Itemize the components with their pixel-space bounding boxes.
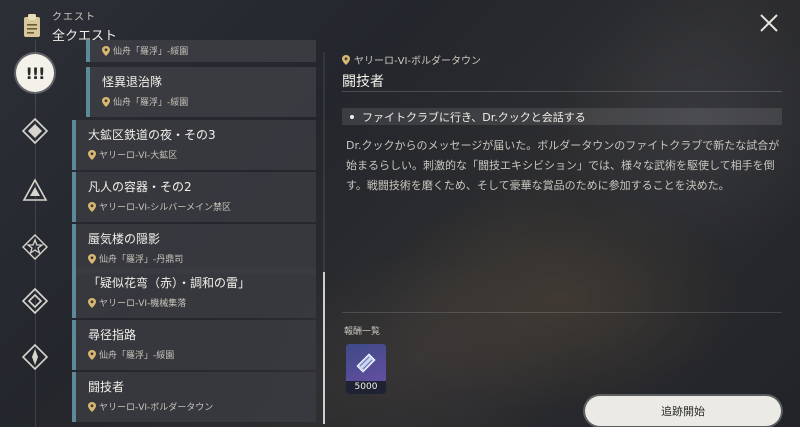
location-pin-icon [88, 253, 96, 264]
quest-title: 凡人の容器・その2 [88, 180, 192, 194]
list-item[interactable]: 大鉱区鉄道の夜・その3 ヤリーロ-VI-大鉱区 [72, 120, 316, 170]
detail-location: ヤリーロ-VI-ボルダータウン [354, 56, 482, 67]
quest-title: 大鉱区鉄道の夜・その3 [88, 128, 216, 142]
location-pin-icon [102, 45, 110, 56]
rewards-label: 報酬一覧 [344, 327, 381, 337]
location-pin-icon [88, 149, 96, 160]
event-icon [22, 344, 48, 370]
list-scrollbar-thumb[interactable] [323, 272, 325, 424]
objective-text: ファイトクラブに行き、Dr.クックと会話する [362, 110, 586, 124]
start-tracking-button[interactable]: 追跡開始 [585, 396, 781, 426]
rail-item-all[interactable]: !!! [16, 54, 54, 92]
location-pin-icon [88, 201, 96, 212]
divider [342, 91, 782, 92]
adventure-icon [22, 178, 48, 201]
header: クエスト 全クエスト [22, 8, 117, 44]
rail-item-event[interactable] [20, 342, 50, 372]
location-pin-icon [88, 349, 96, 360]
list-item[interactable]: 凡人の容器・その2 ヤリーロ-VI-シルバーメイン禁区 [72, 172, 316, 222]
quest-list: 仙舟「羅浮」-綏園 怪異退治隊 仙舟「羅浮」-綏園 大鉱区鉄道の夜・その3 ヤリ… [72, 40, 318, 427]
quest-location: ヤリーロ-VI-ボルダータウン [99, 403, 214, 413]
rail-item-trailblaze[interactable] [20, 116, 50, 146]
quest-location: 仙舟「羅浮」-綏園 [113, 98, 189, 108]
quest-description: Dr.クックからのメッセージが届いた。ボルダータウンのファイトクラブで新たな試合… [346, 139, 780, 192]
location-pin-icon [88, 297, 96, 308]
all-quests-icon: !!! [25, 63, 46, 83]
location-pin-icon [88, 401, 96, 412]
close-icon [760, 14, 778, 32]
daily-icon [22, 288, 48, 314]
quest-detail: ヤリーロ-VI-ボルダータウン 闘技者 [342, 52, 782, 91]
list-item-selected[interactable]: 闘技者 ヤリーロ-VI-ボルダータウン [72, 372, 316, 422]
location-pin-icon [102, 96, 110, 107]
rail-item-companion[interactable] [20, 232, 50, 262]
clipboard-icon [22, 13, 42, 39]
rail-item-daily[interactable] [20, 286, 50, 316]
companion-icon [22, 234, 48, 260]
reward-item[interactable]: 5000 [346, 344, 386, 394]
list-item[interactable]: 怪異退治隊 仙舟「羅浮」-綏園 [86, 67, 316, 117]
quest-location: ヤリーロ-VI-機械集落 [99, 299, 187, 309]
quest-location: 仙舟「羅浮」-綏園 [99, 351, 175, 361]
quest-location: 仙舟「羅浮」-丹鼎司 [99, 255, 184, 265]
close-button[interactable] [758, 12, 780, 34]
quest-title: 尋径指路 [88, 328, 137, 342]
location-pin-icon [342, 54, 350, 65]
credit-ticket-icon [354, 350, 378, 378]
rail-item-adventure[interactable] [20, 176, 50, 206]
quest-title: 闘技者 [88, 380, 125, 394]
detail-title: 闘技者 [342, 74, 384, 90]
reward-quantity: 5000 [346, 381, 386, 394]
bullet-icon [350, 114, 354, 119]
quest-location: ヤリーロ-VI-シルバーメイン禁区 [99, 203, 231, 213]
list-item[interactable]: 「疑似花弯（赤）・調和の雷」 ヤリーロ-VI-機械集落 [72, 268, 316, 318]
list-item[interactable]: 仙舟「羅浮」-綏園 [86, 40, 316, 62]
category-rail: !!! [0, 40, 68, 427]
list-item[interactable]: 蜃気楼の隠影 仙舟「羅浮」-丹鼎司 [72, 224, 316, 274]
trailblaze-icon [22, 118, 48, 144]
quest-title: 「疑似花弯（赤）・調和の雷」 [88, 276, 251, 290]
quest-objective: ファイトクラブに行き、Dr.クックと会話する [342, 108, 782, 125]
quest-location: ヤリーロ-VI-大鉱区 [99, 151, 178, 161]
quest-title: 蜃気楼の隠影 [88, 232, 161, 246]
list-item[interactable]: 尋径指路 仙舟「羅浮」-綏園 [72, 320, 316, 370]
header-small-label: クエスト [52, 12, 96, 23]
quest-title: 怪異退治隊 [102, 75, 163, 89]
quest-location: 仙舟「羅浮」-綏園 [113, 47, 189, 57]
